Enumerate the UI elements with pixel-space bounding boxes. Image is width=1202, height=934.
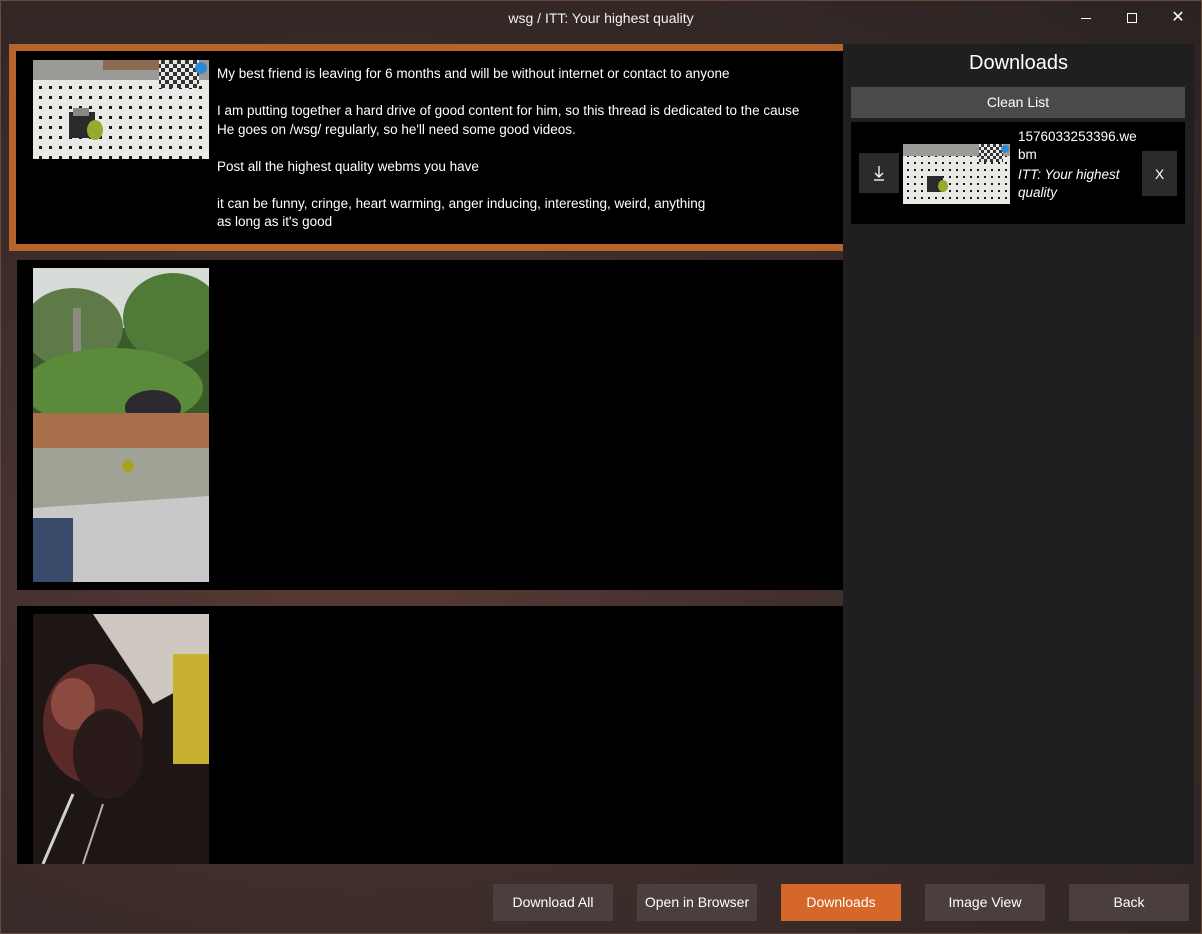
minimize-button[interactable] <box>1063 0 1109 36</box>
download-arrow-icon <box>874 166 884 181</box>
post-thumbnail[interactable] <box>33 268 209 582</box>
window-title: wsg / ITT: Your highest quality <box>508 10 694 26</box>
maximize-icon <box>1127 13 1137 23</box>
remove-download-button[interactable]: X <box>1142 151 1177 196</box>
maximize-button[interactable] <box>1109 0 1155 36</box>
post-thumbnail[interactable] <box>33 60 209 159</box>
post-item[interactable] <box>17 606 843 864</box>
close-icon: ✕ <box>1171 9 1185 26</box>
download-thumbnail <box>903 144 1010 204</box>
download-all-button[interactable]: Download All <box>493 884 613 921</box>
post-line: Post all the highest quality webms you h… <box>217 158 479 174</box>
post-item[interactable] <box>17 260 843 590</box>
post-comment: My best friend is leaving for 6 months a… <box>217 65 837 232</box>
clean-list-button[interactable]: Clean List <box>851 87 1185 118</box>
party-video-thumbnail-image <box>33 614 209 864</box>
back-button[interactable]: Back <box>1069 884 1189 921</box>
post-line: as long as it's good <box>217 214 333 229</box>
post-line: it can be funny, cringe, heart warming, … <box>217 195 706 211</box>
post-line: My best friend is leaving for 6 months a… <box>217 66 730 81</box>
title-bar: wsg / ITT: Your highest quality ✕ <box>0 0 1202 38</box>
downloads-heading: Downloads <box>969 52 1068 74</box>
garden-video-thumbnail-image <box>33 268 209 582</box>
close-window-button[interactable]: ✕ <box>1155 0 1201 36</box>
tiled-floor-thumbnail-image <box>33 60 209 159</box>
thread-post-list[interactable]: My best friend is leaving for 6 months a… <box>9 44 843 864</box>
image-view-button[interactable]: Image View <box>925 884 1045 921</box>
minimize-icon <box>1081 17 1091 19</box>
open-in-browser-button[interactable]: Open in Browser <box>637 884 757 921</box>
post-item-selected[interactable]: My best friend is leaving for 6 months a… <box>9 44 843 251</box>
tiled-floor-thumbnail-image <box>903 144 1010 204</box>
download-file-name: 1576033253396.webm <box>1018 129 1137 162</box>
downloads-panel: Downloads Clean List 1576033253396.webm … <box>843 44 1194 864</box>
post-line: He goes on /wsg/ regularly, so he'll nee… <box>217 121 576 137</box>
post-thumbnail[interactable] <box>33 614 209 864</box>
download-thread-name: ITT: Your highest quality <box>1018 167 1120 200</box>
download-list-item[interactable]: 1576033253396.webm ITT: Your highest qua… <box>851 122 1185 224</box>
downloads-button[interactable]: Downloads <box>781 884 901 921</box>
post-line: I am putting together a hard drive of go… <box>217 103 800 118</box>
download-status-button[interactable] <box>859 153 899 193</box>
